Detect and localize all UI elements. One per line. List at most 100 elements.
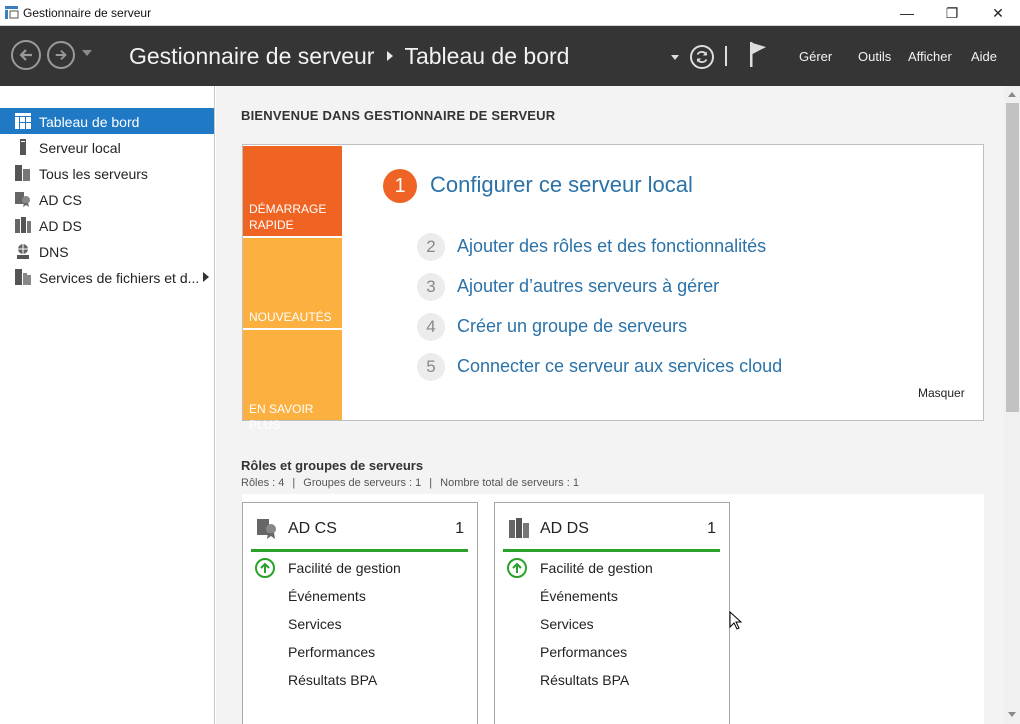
welcome-heading: BIENVENUE DANS GESTIONNAIRE DE SERVEUR — [241, 108, 556, 123]
adds-icon — [509, 518, 529, 538]
roles-count: Rôles : 4 — [241, 477, 285, 489]
dns-icon — [17, 244, 29, 259]
refresh-button[interactable] — [690, 45, 714, 69]
maximize-button[interactable]: ❐ — [929, 0, 975, 26]
role-card-row[interactable]: Services — [540, 616, 594, 632]
minimize-button[interactable]: — — [884, 0, 930, 26]
sidebar-item-dns[interactable]: DNS — [0, 238, 214, 264]
tile-label: DÉMARRAGE RAPIDE — [249, 202, 327, 232]
tile-quick-start[interactable]: DÉMARRAGE RAPIDE — [243, 146, 342, 236]
adcs-icon — [15, 192, 30, 207]
role-card-row[interactable]: Résultats BPA — [288, 672, 377, 688]
mouse-pointer-icon — [729, 611, 743, 630]
role-card-count: 1 — [455, 520, 464, 537]
quick-start-panel: DÉMARRAGE RAPIDE NOUVEAUTÉS EN SAVOIR PL… — [242, 144, 984, 432]
tile-label: EN SAVOIR PLUS — [249, 402, 314, 432]
sidebar-item-adcs[interactable]: AD CS — [0, 186, 214, 212]
role-card-adds[interactable]: AD DS 1 Facilité de gestion Événements S… — [494, 502, 730, 724]
dashboard-icon — [15, 113, 31, 129]
role-card-title[interactable]: AD CS — [288, 520, 337, 538]
role-card-row[interactable]: Performances — [540, 644, 627, 660]
step-number: 1 — [383, 169, 417, 203]
breadcrumb-root[interactable]: Gestionnaire de serveur — [129, 43, 374, 69]
local-server-icon — [20, 139, 26, 155]
tile-whats-new[interactable]: NOUVEAUTÉS — [243, 238, 342, 328]
menu-help[interactable]: Aide — [971, 49, 997, 64]
sidebar-item-label: Serveur local — [39, 140, 121, 156]
step-link[interactable]: Ajouter des rôles et des fonctionnalités — [457, 236, 766, 257]
step-number: 5 — [417, 353, 445, 381]
file-services-icon — [15, 269, 31, 285]
header-toolbar: Gestionnaire de serveur Tableau de bord G… — [0, 26, 1020, 86]
sidebar-item-dashboard[interactable]: Tableau de bord — [0, 108, 214, 134]
sidebar-item-label: Tableau de bord — [39, 114, 140, 130]
role-card-row[interactable]: Services — [288, 616, 342, 632]
sidebar-item-label: DNS — [39, 244, 69, 260]
role-card-row[interactable]: Résultats BPA — [540, 672, 629, 688]
breadcrumb-current: Tableau de bord — [404, 43, 570, 69]
scroll-down-icon[interactable] — [1008, 712, 1016, 717]
step-number: 2 — [417, 233, 445, 261]
scroll-up-icon[interactable] — [1008, 92, 1016, 97]
refresh-icon — [696, 51, 708, 63]
expand-arrow-icon[interactable] — [203, 272, 209, 282]
servers-count: Nombre total de serveurs : 1 — [440, 477, 579, 489]
sidebar-item-all-servers[interactable]: Tous les serveurs — [0, 160, 214, 186]
arrow-right-icon — [55, 49, 67, 61]
history-dropdown-icon[interactable] — [82, 50, 92, 56]
step-link[interactable]: Configurer ce serveur local — [430, 172, 693, 198]
menu-tools[interactable]: Outils — [858, 49, 891, 64]
summary-separator: | — [292, 477, 296, 489]
role-card-row[interactable]: Facilité de gestion — [288, 560, 401, 576]
notifications-flag-icon[interactable] — [749, 42, 767, 68]
step-link[interactable]: Créer un groupe de serveurs — [457, 316, 687, 337]
role-cards-area: AD CS 1 Facilité de gestion Événements S… — [242, 494, 984, 724]
role-card-count: 1 — [707, 520, 716, 537]
step-number: 3 — [417, 273, 445, 301]
breadcrumb: Gestionnaire de serveur Tableau de bord — [129, 43, 569, 70]
breadcrumb-dropdown-icon[interactable] — [671, 55, 679, 60]
step-link[interactable]: Connecter ce serveur aux services cloud — [457, 356, 782, 377]
title-bar: Gestionnaire de serveur — ❐ ✕ — [0, 0, 1020, 26]
sidebar-item-adds[interactable]: AD DS — [0, 212, 214, 238]
sidebar-item-file-services[interactable]: Services de fichiers et d... — [0, 264, 214, 290]
role-card-row[interactable]: Événements — [288, 588, 366, 604]
status-ok-icon — [255, 558, 275, 578]
role-card-row[interactable]: Facilité de gestion — [540, 560, 653, 576]
roles-heading: Rôles et groupes de serveurs — [241, 458, 424, 473]
sidebar-item-label: Services de fichiers et d... — [39, 270, 200, 286]
forward-button[interactable] — [47, 41, 75, 69]
role-card-adcs[interactable]: AD CS 1 Facilité de gestion Événements S… — [242, 502, 478, 724]
menu-view[interactable]: Afficher — [908, 49, 952, 64]
adds-icon — [15, 217, 31, 233]
back-button[interactable] — [11, 40, 41, 70]
breadcrumb-separator-icon — [387, 50, 394, 61]
groups-count: Groupes de serveurs : 1 — [303, 477, 422, 489]
server-manager-app-icon — [5, 6, 19, 19]
vertical-scrollbar[interactable] — [1004, 86, 1020, 724]
adcs-icon — [257, 519, 276, 539]
role-card-row[interactable]: Performances — [288, 644, 375, 660]
role-card-title[interactable]: AD DS — [540, 520, 589, 538]
role-card-row[interactable]: Événements — [540, 588, 618, 604]
dashboard-content: BIENVENUE DANS GESTIONNAIRE DE SERVEUR D… — [216, 86, 1004, 724]
all-servers-icon — [15, 165, 30, 181]
status-ok-icon — [507, 558, 527, 578]
sidebar-item-local-server[interactable]: Serveur local — [0, 134, 214, 160]
toolbar-divider — [725, 46, 727, 66]
window-title: Gestionnaire de serveur — [23, 6, 152, 20]
step-link[interactable]: Ajouter d’autres serveurs à gérer — [457, 276, 719, 297]
step-number: 4 — [417, 313, 445, 341]
menu-manage[interactable]: Gérer — [799, 49, 832, 64]
roles-summary: Rôles : 4 | Groupes de serveurs : 1 | Nombre… — [241, 477, 579, 489]
tile-learn-more[interactable]: EN SAVOIR PLUS — [243, 330, 342, 432]
scrollbar-thumb[interactable] — [1006, 103, 1019, 412]
sidebar: Tableau de bord Serveur local Tous les s… — [0, 86, 215, 724]
arrow-left-icon — [19, 49, 32, 61]
sidebar-item-label: AD DS — [39, 218, 82, 234]
close-button[interactable]: ✕ — [975, 0, 1020, 26]
tile-label: NOUVEAUTÉS — [249, 310, 332, 324]
hide-link[interactable]: Masquer — [918, 386, 965, 400]
summary-separator: | — [429, 477, 433, 489]
status-bar — [251, 549, 468, 552]
